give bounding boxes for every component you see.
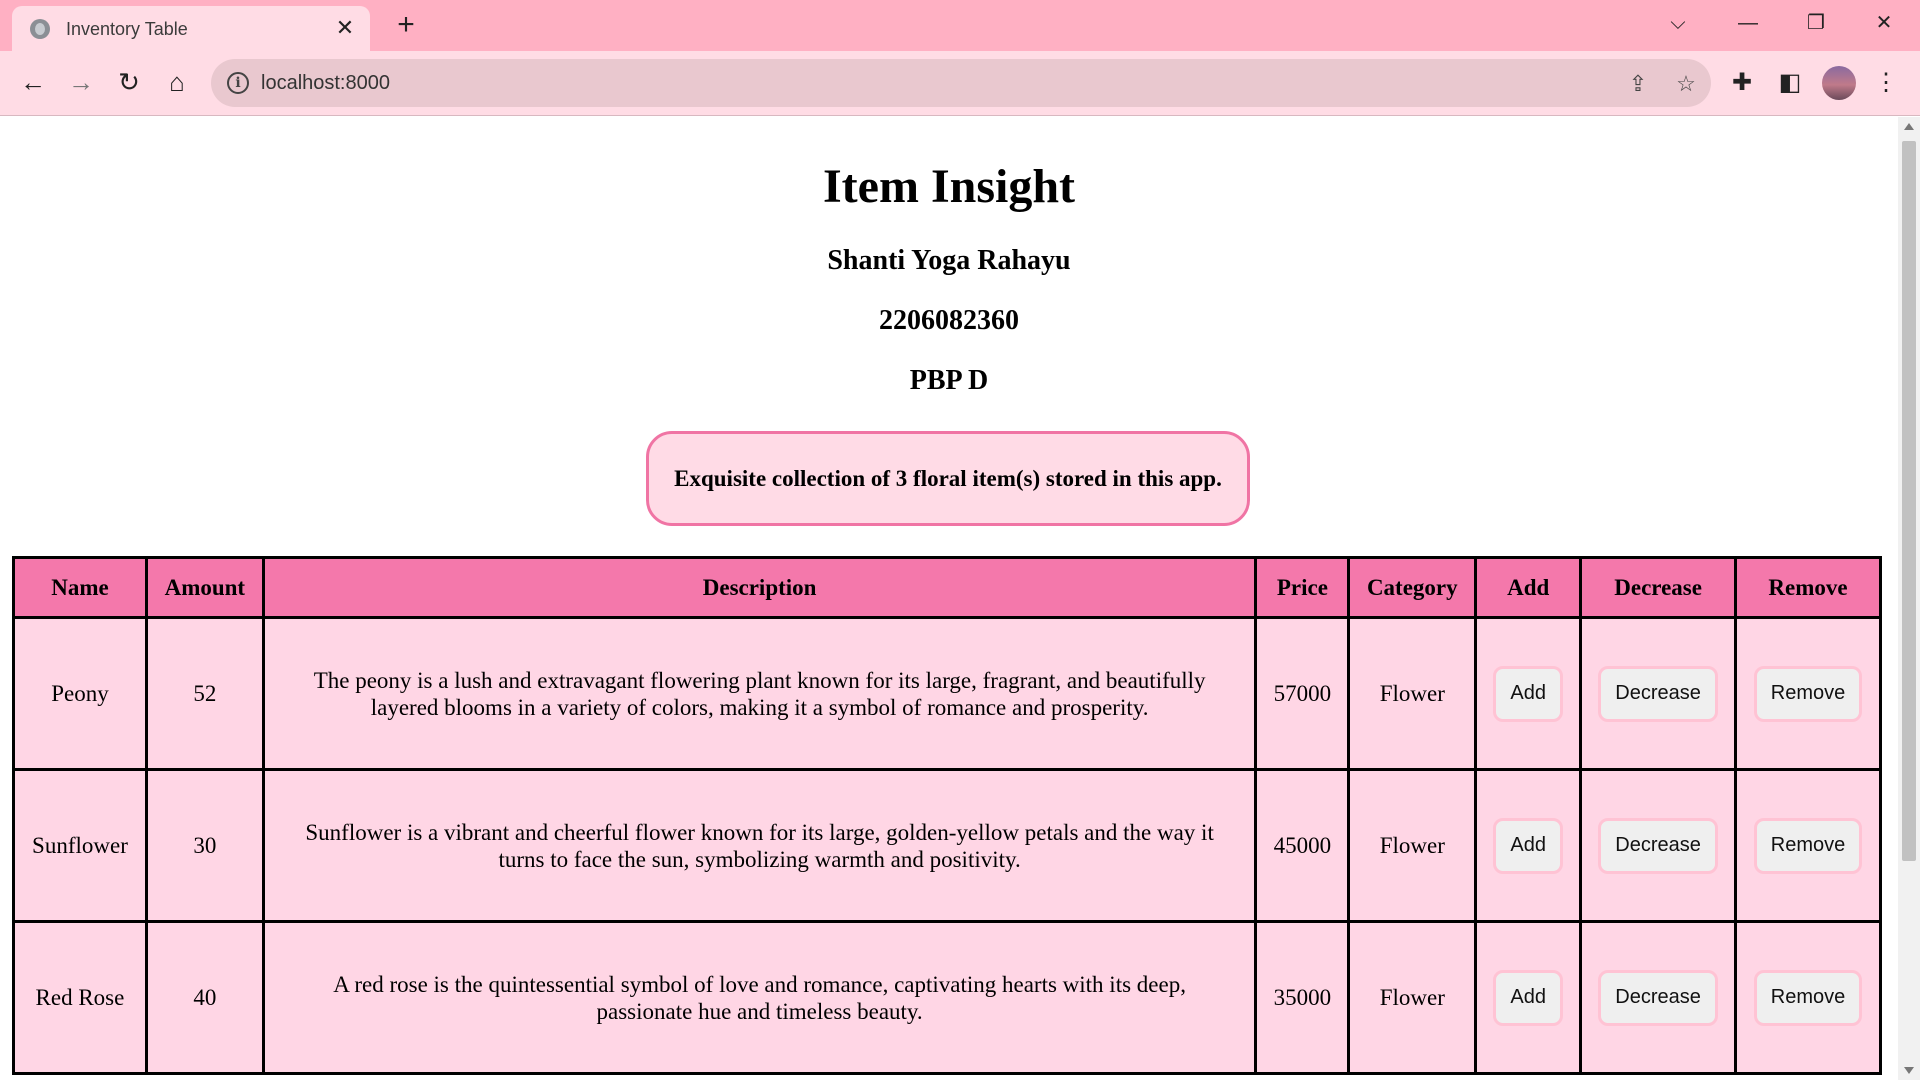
table-row: Sunflower 30 Sunflower is a vibrant and … xyxy=(12,768,1882,923)
browser-tab[interactable]: Inventory Table ✕ xyxy=(12,6,370,51)
cell-category: Flower xyxy=(1347,920,1478,1075)
side-panel-icon[interactable]: ◧ xyxy=(1772,65,1808,101)
header-category: Category xyxy=(1347,556,1478,619)
info-icon[interactable]: i xyxy=(227,72,249,94)
item-count-banner: Exquisite collection of 3 floral item(s)… xyxy=(646,431,1250,526)
cell-description: The peony is a lush and extravagant flow… xyxy=(261,616,1258,771)
tab-title: Inventory Table xyxy=(66,19,188,39)
cell-name: Red Rose xyxy=(12,920,148,1075)
cell-amount: 30 xyxy=(144,768,265,923)
cell-price: 57000 xyxy=(1254,616,1351,771)
table-header-row: Name Amount Description Price Category A… xyxy=(12,556,1882,619)
cell-category: Flower xyxy=(1347,768,1478,923)
decrease-button[interactable]: Decrease xyxy=(1598,969,1718,1026)
decrease-button[interactable]: Decrease xyxy=(1598,817,1718,874)
cell-remove: Remove xyxy=(1734,768,1882,923)
restore-icon[interactable]: ❐ xyxy=(1796,8,1836,38)
cell-add: Add xyxy=(1474,768,1583,923)
close-window-icon[interactable]: ✕ xyxy=(1864,8,1904,38)
author-name: Shanti Yoga Rahayu xyxy=(827,245,1071,276)
add-button[interactable]: Add xyxy=(1493,817,1563,874)
inventory-table: Name Amount Description Price Category A… xyxy=(12,556,1882,1075)
share-icon[interactable]: ⇪ xyxy=(1623,69,1653,99)
cell-description: A red rose is the quintessential symbol … xyxy=(261,920,1258,1075)
page-viewport: Item Insight Shanti Yoga Rahayu 22060823… xyxy=(0,117,1898,1080)
table-row: Peony 52 The peony is a lush and extrava… xyxy=(12,616,1882,771)
add-button[interactable]: Add xyxy=(1493,665,1563,722)
cell-amount: 52 xyxy=(144,616,265,771)
table-row: Red Rose 40 A red rose is the quintessen… xyxy=(12,920,1882,1075)
cell-add: Add xyxy=(1474,920,1583,1075)
cell-add: Add xyxy=(1474,616,1583,771)
cell-remove: Remove xyxy=(1734,616,1882,771)
scroll-down-icon[interactable] xyxy=(1904,1067,1914,1074)
cell-price: 45000 xyxy=(1254,768,1351,923)
puzzle-icon[interactable]: ✚ xyxy=(1724,65,1760,101)
add-button[interactable]: Add xyxy=(1493,969,1563,1026)
vertical-scrollbar[interactable] xyxy=(1898,117,1920,1080)
remove-button[interactable]: Remove xyxy=(1753,969,1863,1026)
remove-button[interactable]: Remove xyxy=(1753,665,1863,722)
forward-icon[interactable]: → xyxy=(62,63,100,101)
home-icon[interactable]: ⌂ xyxy=(158,63,196,101)
remove-button[interactable]: Remove xyxy=(1753,817,1863,874)
back-icon[interactable]: ← xyxy=(14,63,52,101)
browser-toolbar: ← → ↻ ⌂ i localhost:8000 ⇪ ☆ ✚ ◧ ⋮ xyxy=(0,51,1920,116)
scroll-thumb[interactable] xyxy=(1902,141,1916,861)
student-id: 2206082360 xyxy=(879,305,1019,336)
url-text[interactable]: localhost:8000 xyxy=(261,72,390,95)
cell-category: Flower xyxy=(1347,616,1478,771)
cell-description: Sunflower is a vibrant and cheerful flow… xyxy=(261,768,1258,923)
scroll-up-icon[interactable] xyxy=(1904,123,1914,130)
cell-amount: 40 xyxy=(144,920,265,1075)
cell-decrease: Decrease xyxy=(1579,920,1738,1075)
decrease-button[interactable]: Decrease xyxy=(1598,665,1718,722)
cell-name: Peony xyxy=(12,616,148,771)
header-name: Name xyxy=(12,556,148,619)
cell-remove: Remove xyxy=(1734,920,1882,1075)
tab-strip: Inventory Table ✕ + ⌵ — ❐ ✕ xyxy=(0,0,1920,51)
cell-price: 35000 xyxy=(1254,920,1351,1075)
header-decrease: Decrease xyxy=(1579,556,1738,619)
reload-icon[interactable]: ↻ xyxy=(110,63,148,101)
page-title: Item Insight xyxy=(822,160,1076,213)
close-icon[interactable]: ✕ xyxy=(332,15,358,41)
globe-icon xyxy=(30,19,50,39)
header-add: Add xyxy=(1474,556,1583,619)
star-icon[interactable]: ☆ xyxy=(1671,69,1701,99)
plus-icon[interactable]: + xyxy=(390,10,422,42)
address-bar[interactable]: i localhost:8000 ⇪ ☆ xyxy=(211,59,1711,107)
kebab-menu-icon[interactable]: ⋮ xyxy=(1868,65,1904,101)
avatar[interactable] xyxy=(1822,66,1856,100)
class-name: PBP D xyxy=(909,365,989,396)
header-price: Price xyxy=(1254,556,1351,619)
header-amount: Amount xyxy=(144,556,265,619)
header-remove: Remove xyxy=(1734,556,1882,619)
cell-decrease: Decrease xyxy=(1579,616,1738,771)
cell-name: Sunflower xyxy=(12,768,148,923)
chevron-down-icon[interactable]: ⌵ xyxy=(1658,8,1698,38)
minimize-icon[interactable]: — xyxy=(1728,8,1768,38)
cell-decrease: Decrease xyxy=(1579,768,1738,923)
header-description: Description xyxy=(261,556,1258,619)
